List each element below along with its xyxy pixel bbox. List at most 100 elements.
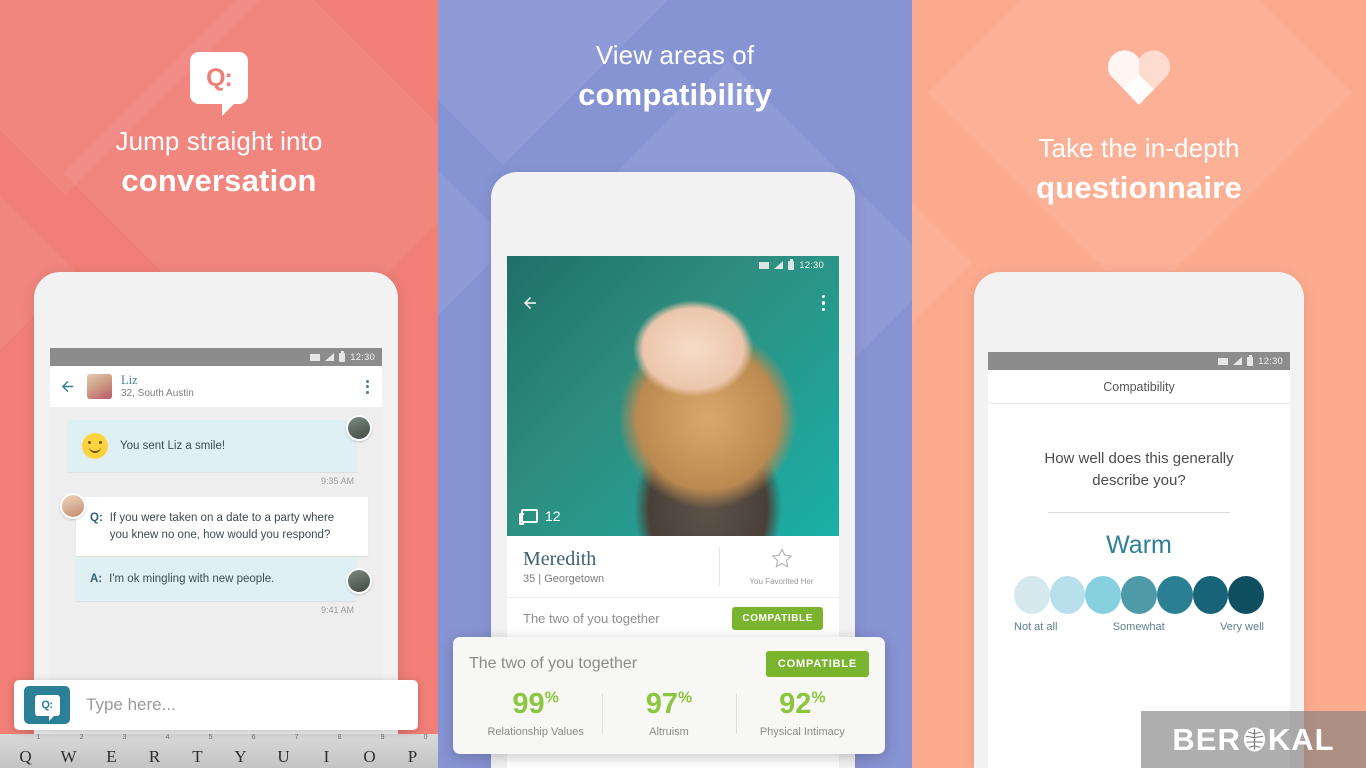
headline-line2: questionnaire [1036,170,1242,205]
overflow-menu-icon[interactable] [366,379,373,394]
phone-right: 12:30 Compatibility How well does this g… [974,272,1304,768]
profile-footer: The two of you together COMPATIBLE [507,597,839,639]
watermark: BER KAL [1141,711,1366,768]
stat-value: 92 [779,688,812,720]
answer-timestamp: 9:41 AM [320,605,354,616]
battery-icon [788,258,795,270]
scale-option-2[interactable] [1049,575,1086,614]
question-bubble: Q: If you were taken on a date to a part… [76,497,368,557]
key-e[interactable]: 3E [92,734,132,767]
status-time: 12:30 [350,351,375,363]
scale-option-5[interactable] [1156,575,1193,614]
key-w[interactable]: 2W [49,734,89,767]
photo-count-value: 12 [545,508,561,524]
answer-scale-options[interactable] [1014,575,1265,614]
stat-relationship-values: 99% Relationship Values [469,689,602,739]
stat-unit: % [811,689,826,707]
watermark-text-before: BER [1172,721,1241,757]
trait-word: Warm [1106,530,1172,559]
message-answer: A: I'm ok mingling with new people. 9:41… [50,558,382,624]
message-question: Q: If you were taken on a date to a part… [50,493,382,557]
scale-option-4[interactable] [1121,575,1157,614]
back-arrow-icon[interactable] [521,294,539,312]
q-bubble-text: Q: [41,699,53,711]
headline-block-middle: View areas of compatibility [438,0,912,113]
status-bar-right: 12:30 [988,352,1290,370]
favorite-button[interactable]: You Favorited Her [719,547,823,586]
male-avatar [346,415,372,441]
scale-option-7[interactable] [1228,575,1265,614]
photo-stack-icon [519,509,538,525]
stat-unit: % [678,689,693,707]
compatibility-card-header: The two of you together COMPATIBLE [469,651,869,677]
key-q[interactable]: 1Q [6,734,46,767]
profile-photo-subject [580,272,826,536]
brain-icon [1243,727,1265,752]
signal-icon [325,353,335,361]
q-bubble-icon[interactable]: Q: [24,686,70,724]
signal-icon [774,261,784,269]
key-r[interactable]: 4R [135,734,175,767]
scale-option-6[interactable] [1192,575,1229,614]
key-y[interactable]: 6Y [221,734,261,767]
panel-questionnaire: Take the in-depth questionnaire 12:30 Co… [912,0,1366,768]
stat-altruism: 97% Altruism [602,690,735,738]
compatibility-card-title: The two of you together [469,655,638,672]
key-u[interactable]: 7U [264,734,304,767]
scale-option-1[interactable] [1014,575,1050,614]
headline-block-left: Q: Jump straight into conversation [0,0,438,199]
smiley-face-icon [82,433,108,459]
compatibility-stats: 99% Relationship Values 97% Altruism 92%… [469,688,869,739]
star-outline-icon [771,548,792,568]
faceted-heart-icon [1107,50,1171,105]
scale-label-low: Not at all [1014,620,1058,633]
male-avatar [346,568,372,595]
panel-compatibility: View areas of compatibility 12:30 12 Mer… [438,0,912,768]
on-screen-keyboard[interactable]: 1Q 2W 3E 4R 5T 6Y 7U 8I 9O 0P [0,734,438,768]
watermark-text: BER KAL [1172,722,1334,758]
answer-bubble: A: I'm ok mingling with new people. [76,558,356,602]
message-smile: You sent Liz a smile! 9:35 AM [50,415,382,495]
key-p[interactable]: 0P [393,734,433,767]
headline-block-right: Take the in-depth questionnaire [912,0,1366,206]
stat-label: Altruism [649,726,689,738]
questionnaire-title: Compatibility [1103,379,1175,394]
stat-value: 97 [645,688,678,720]
battery-icon [1247,354,1254,366]
question-label: Q: [90,512,103,524]
panel-conversation: Q: Jump straight into conversation 12:30 [0,0,438,768]
profile-photo: 12:30 12 [507,256,839,536]
stat-label: Relationship Values [487,726,584,738]
smile-text: You sent Liz a smile! [120,439,226,452]
compatibility-card: The two of you together COMPATIBLE 99% R… [453,637,885,754]
answer-text: I'm ok mingling with new people. [109,573,275,586]
smile-timestamp: 9:35 AM [320,476,354,486]
chat-header-avatar [87,374,112,399]
stat-physical-intimacy: 92% Physical Intimacy [735,688,869,738]
stat-unit: % [544,689,559,707]
message-input-bar[interactable]: Q: Type here... [14,680,418,730]
key-o[interactable]: 9O [350,734,390,767]
answer-scale-labels: Not at all Somewhat Very well [1014,621,1264,633]
chat-contact-subtitle: 32, South Austin [121,388,194,400]
questionnaire-body: How well does this generally describe yo… [988,404,1290,633]
overflow-menu-icon[interactable] [821,294,825,312]
back-arrow-icon[interactable] [59,378,76,395]
watermark-text-after: KAL [1267,721,1335,757]
answer-label: A: [90,573,103,586]
status-time: 12:30 [799,259,824,271]
scale-option-3[interactable] [1085,575,1122,614]
profile-meta: 35 | Georgetown [523,573,605,585]
message-input-placeholder[interactable]: Type here... [78,695,176,715]
headline-line1: View areas of [595,40,755,70]
headline-line2: conversation [121,163,317,198]
headline-line2: compatibility [578,77,772,112]
questionnaire-app-bar: Compatibility [988,370,1290,404]
speech-bubble-q-logo-icon: Q: [190,52,248,116]
key-i[interactable]: 8I [307,734,347,767]
question-text: If you were taken on a date to a party w… [109,512,335,541]
key-t[interactable]: 5T [178,734,218,767]
wifi-icon [310,353,321,361]
favorite-label: You Favorited Her [749,577,814,586]
signal-icon [1233,357,1243,365]
